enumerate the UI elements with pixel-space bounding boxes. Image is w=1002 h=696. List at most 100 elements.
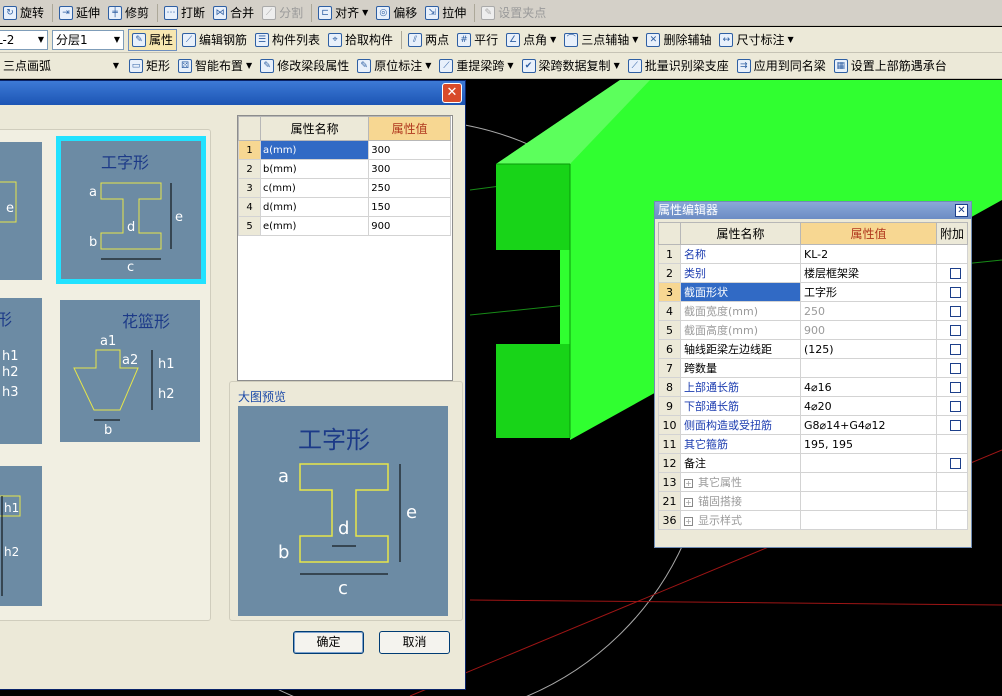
floor-select[interactable]: 分层1 ▼ (52, 29, 124, 50)
property-value[interactable] (800, 472, 937, 492)
property-value[interactable]: 250 (800, 301, 937, 321)
close-icon[interactable]: ✕ (442, 83, 462, 103)
table-row[interactable]: 3 c(mm) 250 (238, 178, 451, 198)
expand-icon[interactable]: + (684, 478, 693, 488)
table-row[interactable]: 36 + 显示样式 (658, 510, 968, 530)
property-value[interactable]: G8⌀14+G4⌀12 (800, 415, 937, 435)
extra-checkbox[interactable] (950, 382, 961, 393)
property-value[interactable]: 250 (368, 178, 451, 198)
delete-axis-button[interactable]: ✕ 删除辅轴 (643, 29, 714, 51)
property-value[interactable]: 195, 195 (800, 434, 937, 454)
property-value[interactable]: 楼层框架梁 (800, 263, 937, 283)
table-row[interactable]: 5 e(mm) 900 (238, 216, 451, 236)
modify-beam-segment-button[interactable]: ✎ 修改梁段属性 (257, 55, 352, 77)
properties-button[interactable]: ✎ 属性 (128, 28, 178, 51)
table-row[interactable]: 6 轴线距梁左边线距 (125) (658, 339, 968, 359)
property-value[interactable]: 900 (800, 320, 937, 340)
property-name-text: 其它箍筋 (684, 438, 728, 451)
batch-identify-support-button[interactable]: ⟋ 批量识别梁支座 (625, 55, 732, 77)
break-button[interactable]: ⋯ 打断 (161, 2, 208, 24)
extra-checkbox[interactable] (950, 344, 961, 355)
table-row[interactable]: 5 截面高度(mm) 900 (658, 320, 968, 340)
rotate-button[interactable]: ↻ 旋转 (0, 2, 47, 24)
top-rebar-pile-cap-button[interactable]: ▦ 设置上部筋遇承台 (831, 55, 950, 77)
property-value[interactable]: 900 (368, 216, 451, 236)
merge-button[interactable]: ⋈ 合并 (210, 2, 257, 24)
table-row[interactable]: 10 侧面构造或受扭筋 G8⌀14+G4⌀12 (658, 415, 968, 435)
property-name-text: 截面宽度(mm) (684, 305, 759, 318)
element-select[interactable]: L-2▼ (0, 29, 48, 50)
extra-checkbox[interactable] (950, 306, 961, 317)
table-row[interactable]: 13 + 其它属性 (658, 472, 968, 492)
offset-button[interactable]: ◎ 偏移 (373, 2, 420, 24)
ok-button[interactable]: 确定 (293, 631, 364, 654)
property-value[interactable] (800, 453, 937, 473)
shape-option[interactable]: e (0, 142, 42, 280)
table-row[interactable]: 8 上部通长筋 4⌀16 (658, 377, 968, 397)
point-angle-button[interactable]: ∠ 点角 ▼ (503, 29, 559, 51)
property-value[interactable]: 4⌀16 (800, 377, 937, 397)
table-row[interactable]: 9 下部通长筋 4⌀20 (658, 396, 968, 416)
table-row[interactable]: 21 + 锚固搭接 (658, 491, 968, 511)
extra-checkbox[interactable] (950, 287, 961, 298)
property-value[interactable]: 4⌀20 (800, 396, 937, 416)
align-button[interactable]: ⊏ 对齐 ▼ (315, 2, 371, 24)
extra-checkbox[interactable] (950, 363, 961, 374)
separator (311, 3, 313, 22)
shape-option-basket-section[interactable]: 花篮形 a1 a2 h1 h2 b (60, 300, 200, 442)
property-value[interactable] (800, 491, 937, 511)
extra-checkbox[interactable] (950, 458, 961, 469)
property-value[interactable]: 150 (368, 197, 451, 217)
chevron-down-icon: ▼ (425, 61, 432, 70)
arc-mode-select[interactable]: 三点画弧 ▼ (0, 56, 122, 76)
dimension-button[interactable]: ↔ 尺寸标注 ▼ (716, 29, 796, 51)
in-situ-label-button[interactable]: ✎ 原位标注 ▼ (354, 55, 434, 77)
table-row[interactable]: 2 类别 楼层框架梁 (658, 263, 968, 283)
extra-checkbox[interactable] (950, 268, 961, 279)
cancel-button[interactable]: 取消 (379, 631, 450, 654)
table-row[interactable]: 1 名称 KL-2 (658, 244, 968, 264)
component-list-button[interactable]: ☰ 构件列表 (252, 29, 323, 51)
extra-checkbox[interactable] (950, 325, 961, 336)
set-grip-button[interactable]: ✎ 设置夹点 (478, 2, 549, 24)
property-value[interactable]: 300 (368, 140, 451, 160)
table-row[interactable]: 11 其它箍筋 195, 195 (658, 434, 968, 454)
two-point-axis-button[interactable]: ⫽ 两点 (405, 29, 452, 51)
table-row[interactable]: 4 d(mm) 150 (238, 197, 451, 217)
extra-checkbox[interactable] (950, 401, 961, 412)
property-value[interactable]: 工字形 (800, 282, 937, 302)
panel-title-bar[interactable]: 属性编辑器 ✕ (655, 202, 971, 219)
trim-button[interactable]: ╪ 修剪 (105, 2, 152, 24)
edit-rebar-button[interactable]: ⟋ 编辑钢筋 (179, 29, 250, 51)
shape-option[interactable]: 形 h1 h2 h3 (0, 298, 42, 444)
table-row[interactable]: 1 a(mm) 300 (238, 140, 451, 160)
property-value[interactable]: 300 (368, 159, 451, 179)
close-icon[interactable]: ✕ (955, 204, 968, 217)
property-value[interactable]: (125) (800, 339, 937, 359)
extend-button[interactable]: ⇥ 延伸 (56, 2, 103, 24)
property-name-text: 名称 (684, 248, 706, 261)
table-row[interactable]: 12 备注 (658, 453, 968, 473)
pick-component-button[interactable]: ⌖ 拾取构件 (325, 29, 396, 51)
property-value[interactable] (800, 358, 937, 378)
table-row[interactable]: 7 跨数量 (658, 358, 968, 378)
parallel-axis-button[interactable]: # 平行 (454, 29, 501, 51)
stretch-button[interactable]: ⇲ 拉伸 (422, 2, 469, 24)
smart-layout-button[interactable]: ⚄ 智能布置 ▼ (175, 55, 255, 77)
shape-option[interactable]: h1 h2 (0, 466, 42, 606)
expand-icon[interactable]: + (684, 497, 693, 507)
three-point-axis-button[interactable]: ⌒ 三点辅轴 ▼ (561, 29, 641, 51)
table-row[interactable]: 3 截面形状 工字形 (658, 282, 968, 302)
re-extract-span-button[interactable]: ⟋ 重提梁跨 ▼ (436, 55, 516, 77)
apply-same-name-button[interactable]: ⇉ 应用到同名梁 (734, 55, 829, 77)
rectangle-button[interactable]: ▭ 矩形 (126, 55, 173, 77)
expand-icon[interactable]: + (684, 516, 693, 526)
extra-checkbox[interactable] (950, 420, 961, 431)
shape-option-i-section[interactable]: 工字形 a b c d e (56, 136, 206, 284)
table-row[interactable]: 4 截面宽度(mm) 250 (658, 301, 968, 321)
split-button[interactable]: ⟋ 分割 (259, 2, 306, 24)
property-value[interactable] (800, 510, 937, 530)
property-value[interactable]: KL-2 (800, 244, 937, 264)
table-row[interactable]: 2 b(mm) 300 (238, 159, 451, 179)
copy-span-data-button[interactable]: ✔ 梁跨数据复制 ▼ (519, 55, 623, 77)
